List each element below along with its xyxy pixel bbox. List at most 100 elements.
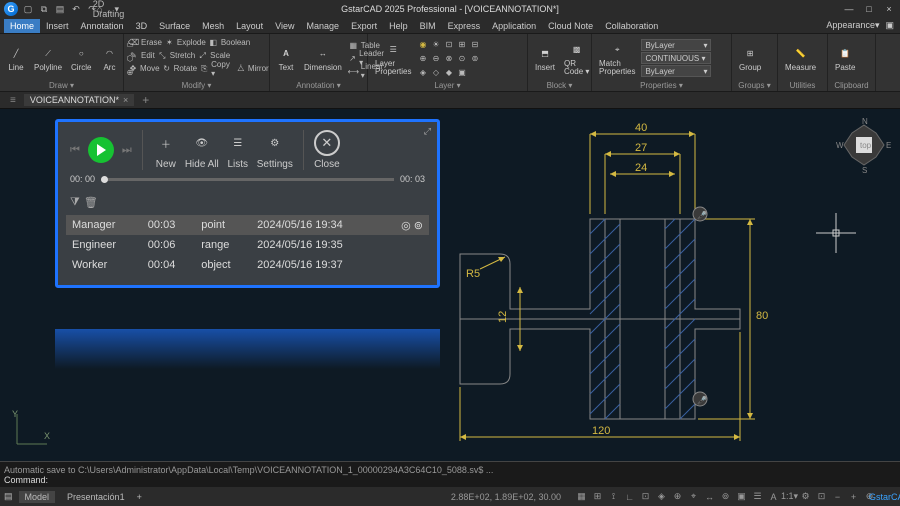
panel-modify: ⌫Erase ✶Explode ◧Boolean ✎Edit ⤡Stretch … xyxy=(124,34,270,91)
measure-button[interactable]: 📏Measure xyxy=(782,44,819,73)
tab-help[interactable]: Help xyxy=(383,19,414,33)
tab-export[interactable]: Export xyxy=(345,19,383,33)
hide-all-button[interactable]: 👁Hide All xyxy=(185,130,219,170)
arc-button[interactable]: ◠Arc xyxy=(97,44,121,73)
close-panel-button[interactable]: ✕Close xyxy=(314,130,340,170)
panel-layer: ☰Layer Properties ◉☀⊡⊞⊟ ⊕⊖⊗⊙⊚ ◈◇◆▣ Layer… xyxy=(368,34,528,91)
ucs-icon: XY xyxy=(12,409,52,449)
document-tabs: ≡ VOICEANNOTATION*× + xyxy=(0,92,900,109)
drawing-canvas[interactable]: 40 27 24 80 12 120 R5 🎤 🎤 top N S xyxy=(0,109,900,461)
panel-properties: ⌖Match Properties ByLayer▾ CONTINUOUS ▾ … xyxy=(592,34,732,91)
linetype-dropdown[interactable]: CONTINUOUS ▾ xyxy=(641,52,711,64)
add-layout-icon[interactable]: + xyxy=(137,492,142,502)
next-track-icon[interactable]: ⏭ xyxy=(122,144,132,157)
tab-layout[interactable]: Layout xyxy=(230,19,269,33)
group-button[interactable]: ⊞Group xyxy=(736,44,764,73)
panel-draw: ╱Line ⟋Polyline ○Circle ◠Arc ▭ ⬡ ⊕ Draw … xyxy=(0,34,124,91)
title-bar: G ▢ ⧉ ▤ ↶ ↷ ⌂ 2D Drafting ▾ GstarCAD 202… xyxy=(0,0,900,18)
tab-collaboration[interactable]: Collaboration xyxy=(599,19,664,33)
svg-text:X: X xyxy=(44,431,50,441)
layer-properties-button[interactable]: ☰Layer Properties xyxy=(372,40,414,77)
text-button[interactable]: AText xyxy=(274,44,298,73)
svg-text:Y: Y xyxy=(12,409,18,419)
delete-icon[interactable]: 🗑 xyxy=(84,196,98,209)
command-prompt[interactable]: Command: xyxy=(4,475,896,485)
document-tab[interactable]: VOICEANNOTATION*× xyxy=(24,94,134,106)
list-row[interactable]: Engineer00:06range2024/05/16 19:35 xyxy=(66,235,429,255)
circle-button[interactable]: ○Circle xyxy=(68,44,94,73)
seek-bar[interactable] xyxy=(101,178,394,181)
svg-text:S: S xyxy=(862,166,867,175)
line-button[interactable]: ╱Line xyxy=(4,44,28,73)
coordinates-display: 2.88E+02, 1.89E+02, 30.00 xyxy=(451,492,561,502)
tab-bim[interactable]: BIM xyxy=(414,19,442,33)
new-icon[interactable]: ▢ xyxy=(22,3,34,15)
tab-surface[interactable]: Surface xyxy=(153,19,196,33)
color-dropdown[interactable]: ByLayer▾ xyxy=(641,39,711,51)
mic-marker-1[interactable]: 🎤 xyxy=(693,207,707,221)
move-icon[interactable]: ✥ xyxy=(128,63,138,74)
svg-text:80: 80 xyxy=(756,310,768,322)
prev-track-icon[interactable]: ⏮ xyxy=(70,144,80,157)
undo-icon[interactable]: ↶ xyxy=(70,3,82,15)
panel-properties-label: Properties ▾ xyxy=(596,80,727,91)
panel-clipboard: 📋Paste Clipboard xyxy=(828,34,876,91)
layout-menu-icon[interactable]: ▤ xyxy=(4,491,13,502)
close-tab-icon[interactable]: × xyxy=(123,95,128,105)
maximize-button[interactable]: □ xyxy=(862,4,876,14)
tab-annotation[interactable]: Annotation xyxy=(75,19,130,33)
quick-access-toolbar: ▢ ⧉ ▤ ↶ ↷ ⌂ 2D Drafting ▾ xyxy=(22,3,114,15)
list-row[interactable]: Worker00:04object2024/05/16 19:37 xyxy=(66,255,429,275)
match-properties-button[interactable]: ⌖Match Properties xyxy=(596,40,638,77)
svg-text:12: 12 xyxy=(497,311,509,323)
doc-tabs-menu-icon[interactable]: ≡ xyxy=(6,95,20,106)
status-toggles: ▦⊞⟟∟⊡◈⊕⌖↔⊚▣☰A1:1▾⚙⊡−+⊕ GstarCAD xyxy=(575,490,896,503)
list-row[interactable]: Manager00:03point2024/05/16 19:34◎ ⊚ xyxy=(66,215,429,235)
settings-button[interactable]: ⚙Settings xyxy=(257,130,293,170)
tab-cloudnote[interactable]: Cloud Note xyxy=(542,19,599,33)
edit-icon[interactable]: ✎ xyxy=(128,50,139,61)
ribbon-tabs: Home Insert Annotation 3D Surface Mesh L… xyxy=(0,18,900,34)
tab-view[interactable]: View xyxy=(269,19,300,33)
tab-insert[interactable]: Insert xyxy=(40,19,75,33)
tab-3d[interactable]: 3D xyxy=(130,19,154,33)
time-end: 00: 03 xyxy=(400,174,425,184)
model-tab[interactable]: Model xyxy=(19,491,56,503)
ribbon-collapse-icon[interactable]: ▣ xyxy=(885,20,894,31)
qrcode-button[interactable]: ▩QR Code ▾ xyxy=(561,40,592,77)
lists-button[interactable]: ☰Lists xyxy=(225,130,251,170)
paste-button[interactable]: 📋Paste xyxy=(832,44,858,73)
panel-annotation: AText ↔Dimension ▦Table ↗Leader ▾ ⟷Linea… xyxy=(270,34,368,91)
layout-tab[interactable]: Presentación1 xyxy=(61,491,131,503)
workspace-dropdown[interactable]: ⌂ 2D Drafting ▾ xyxy=(102,3,114,15)
lineweight-dropdown[interactable]: ByLayer▾ xyxy=(641,65,711,77)
appearance-dropdown[interactable]: Appearance▾ xyxy=(826,20,879,31)
ribbon: ╱Line ⟋Polyline ○Circle ◠Arc ▭ ⬡ ⊕ Draw … xyxy=(0,34,900,92)
polyline-button[interactable]: ⟋Polyline xyxy=(31,44,65,73)
svg-text:N: N xyxy=(862,117,868,126)
insert-block-button[interactable]: ⬒Insert xyxy=(532,44,558,73)
tab-mesh[interactable]: Mesh xyxy=(196,19,230,33)
command-line[interactable]: Automatic save to C:\Users\Administrator… xyxy=(0,461,900,487)
tab-express[interactable]: Express xyxy=(442,19,487,33)
open-icon[interactable]: ⧉ xyxy=(38,3,50,15)
new-annotation-button[interactable]: ＋New xyxy=(153,130,179,170)
minimize-button[interactable]: — xyxy=(842,4,856,14)
command-history: Automatic save to C:\Users\Administrator… xyxy=(4,465,896,475)
mic-marker-2[interactable]: 🎤 xyxy=(693,392,707,406)
expand-icon[interactable]: ⤢ xyxy=(424,126,431,137)
panel-block-label: Block ▾ xyxy=(532,80,587,91)
panel-group: ⊞Group Groups ▾ xyxy=(732,34,778,91)
tab-manage[interactable]: Manage xyxy=(301,19,346,33)
add-tab-button[interactable]: + xyxy=(138,93,149,107)
dimension-button[interactable]: ↔Dimension xyxy=(301,44,345,73)
save-icon[interactable]: ▤ xyxy=(54,3,66,15)
erase-icon[interactable]: ⌫ xyxy=(128,37,139,48)
tab-application[interactable]: Application xyxy=(486,19,542,33)
close-button[interactable]: × xyxy=(882,4,896,14)
tab-home[interactable]: Home xyxy=(4,19,40,33)
view-cube[interactable]: top N S E W xyxy=(836,117,892,173)
filter-icon[interactable]: ⧩ xyxy=(70,196,80,209)
panel-layer-label: Layer ▾ xyxy=(372,80,523,91)
play-button[interactable] xyxy=(88,137,114,163)
